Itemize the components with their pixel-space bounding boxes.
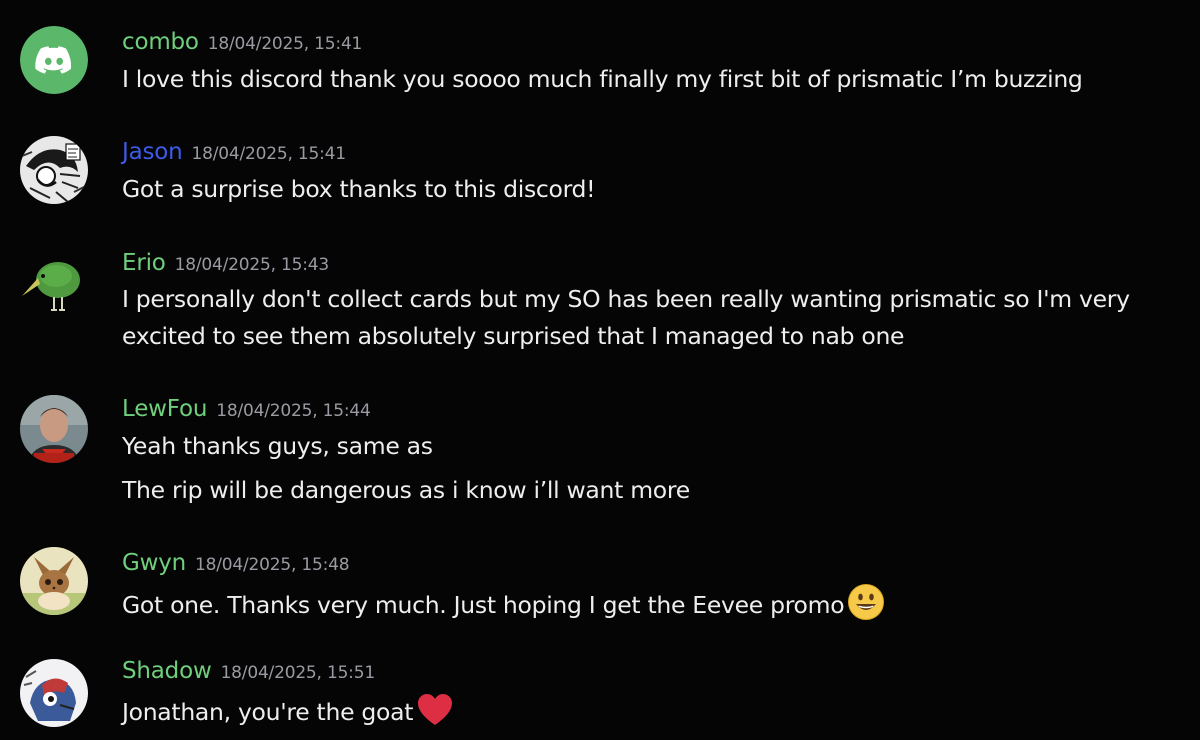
timestamp[interactable]: 18/04/2025, 15:41 [208, 34, 363, 54]
message-text: I personally don't collect cards but my … [122, 285, 1130, 313]
message-text: The rip will be dangerous as i know i’ll… [122, 476, 690, 504]
avatar[interactable] [20, 136, 88, 204]
red-heart-emoji-icon [416, 692, 454, 739]
message-header: LewFou 18/04/2025, 15:44 [122, 396, 371, 422]
discord-logo-icon [20, 26, 88, 94]
cartoon-character-icon [20, 659, 88, 727]
message-header: Shadow 18/04/2025, 15:51 [122, 658, 375, 684]
eevee-icon [20, 547, 88, 615]
message-text: Got a surprise box thanks to this discor… [122, 175, 596, 203]
kiwi-bird-icon [20, 250, 88, 318]
timestamp[interactable]: 18/04/2025, 15:48 [195, 555, 350, 575]
portrait-photo-icon [20, 395, 88, 463]
timestamp[interactable]: 18/04/2025, 15:51 [221, 663, 376, 683]
username[interactable]: Gwyn [122, 550, 186, 576]
message-header: Jason 18/04/2025, 15:41 [122, 139, 346, 165]
username[interactable]: Erio [122, 250, 166, 276]
timestamp[interactable]: 18/04/2025, 15:41 [192, 144, 347, 164]
message-text: excited to see them absolutely surprised… [122, 322, 905, 350]
smiley-emoji-icon [847, 583, 885, 632]
timestamp[interactable]: 18/04/2025, 15:43 [175, 255, 330, 275]
timestamp[interactable]: 18/04/2025, 15:44 [216, 401, 371, 421]
message-text-content: Got one. Thanks very much. Just hoping I… [122, 591, 845, 619]
avatar[interactable] [20, 26, 88, 94]
message-header: Gwyn 18/04/2025, 15:48 [122, 550, 350, 576]
avatar[interactable] [20, 250, 88, 318]
avatar[interactable] [20, 395, 88, 463]
message-text: I love this discord thank you soooo much… [122, 65, 1083, 93]
avatar[interactable] [20, 547, 88, 615]
message-text-content: Jonathan, you're the goat [122, 698, 414, 726]
message-text: Got one. Thanks very much. Just hoping I… [122, 583, 885, 632]
manga-sketch-icon [20, 136, 88, 204]
message-header: Erio 18/04/2025, 15:43 [122, 250, 329, 276]
username[interactable]: Shadow [122, 658, 212, 684]
message-text: Yeah thanks guys, same as [122, 432, 433, 460]
avatar[interactable] [20, 659, 88, 727]
username[interactable]: Jason [122, 139, 183, 165]
username[interactable]: combo [122, 29, 199, 55]
username[interactable]: LewFou [122, 396, 207, 422]
message-text: Jonathan, you're the goat [122, 692, 454, 739]
message-header: combo 18/04/2025, 15:41 [122, 29, 362, 55]
